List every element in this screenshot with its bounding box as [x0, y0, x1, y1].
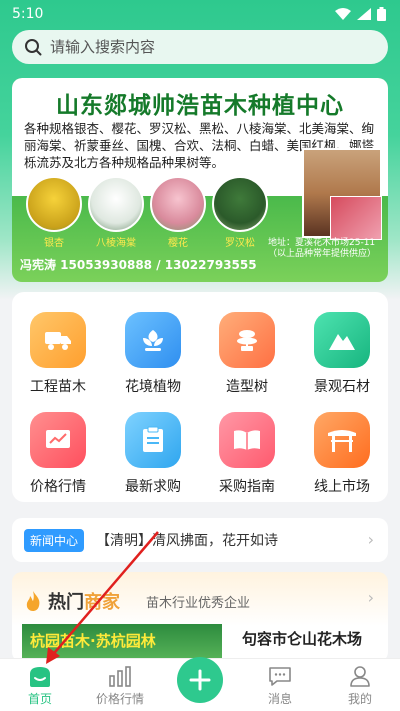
- category-label: 价格行情: [30, 479, 86, 495]
- category-landscape-stone[interactable]: 景观石材: [297, 298, 387, 395]
- cherry-image: [150, 176, 206, 232]
- flower-icon: [125, 312, 181, 368]
- tab-publish[interactable]: [160, 657, 240, 711]
- maple-photo: [330, 196, 382, 240]
- bar-chart-icon: [109, 666, 131, 687]
- banner-phone: 冯宪涛 15053930888 / 13022793555: [20, 258, 257, 272]
- tab-home[interactable]: 首页: [0, 659, 80, 711]
- category-flower-plants[interactable]: 花境植物: [108, 298, 198, 395]
- news-ticker[interactable]: 新闻中心 【清明】清风拂面，花开如诗 ›: [12, 518, 388, 562]
- search-bar[interactable]: [12, 30, 388, 64]
- chart-icon: [30, 412, 86, 468]
- mountain-icon: [314, 312, 370, 368]
- tab-label: 首页: [27, 692, 52, 706]
- crabapple-image: [88, 176, 144, 232]
- tab-label: 消息: [267, 692, 292, 706]
- category-procurement-guide[interactable]: 采购指南: [202, 398, 292, 495]
- category-label: 工程苗木: [30, 379, 86, 395]
- category-topiary[interactable]: 造型树: [202, 298, 292, 395]
- banner-address: 地址：夏溪花木市场25-11（以上品种常年提供供应）: [268, 238, 377, 259]
- bonsai-icon: [219, 312, 275, 368]
- banner-title: 山东郯城帅浩苗木种植中心: [56, 93, 344, 119]
- hot-merchants-section: 热门商家 苗木行业优秀企业 › 杭园苗木·苏杭园林 句容市仑山花木场: [12, 572, 388, 662]
- bottom-tab-bar: 首页 价格行情 消息 我的: [0, 657, 400, 711]
- status-time: 5:10: [12, 6, 44, 22]
- merchant-image-text: 杭园苗木·苏杭园林: [30, 632, 156, 650]
- category-label: 造型树: [226, 379, 268, 395]
- tab-label: 价格行情: [95, 692, 144, 706]
- promo-banner[interactable]: 山东郯城帅浩苗木种植中心 各种规格银杏、樱花、罗汉松、黑松、八棱海棠、北美海棠、…: [12, 78, 388, 282]
- hot-title: 热门商家: [48, 588, 120, 614]
- message-icon: [269, 667, 291, 686]
- search-icon: [25, 39, 42, 56]
- chevron-right-icon[interactable]: ›: [368, 588, 374, 607]
- signal-icon: [357, 8, 371, 20]
- merchant-name[interactable]: 句容市仑山花木场: [242, 628, 362, 649]
- category-label: 采购指南: [219, 479, 275, 495]
- tab-messages[interactable]: 消息: [240, 659, 320, 711]
- category-label: 花境植物: [125, 379, 181, 395]
- gate-icon: [314, 412, 370, 468]
- battery-icon: [377, 7, 386, 21]
- tab-label: 我的: [347, 692, 372, 706]
- category-label: 最新求购: [125, 479, 181, 495]
- news-badge: 新闻中心: [24, 528, 85, 552]
- fire-icon: [26, 591, 40, 611]
- tree-label: 罗汉松: [225, 238, 255, 249]
- tab-profile[interactable]: 我的: [320, 659, 400, 711]
- book-icon: [219, 412, 275, 468]
- ginkgo-image: [26, 176, 82, 232]
- tree-label: 樱花: [168, 238, 188, 249]
- plus-icon: [189, 669, 211, 691]
- podocarpus-image: [212, 176, 268, 232]
- person-icon: [350, 666, 370, 687]
- tree-label: 银杏: [44, 238, 64, 249]
- hot-subtitle: 苗木行业优秀企业: [146, 596, 251, 611]
- tab-price-trends[interactable]: 价格行情: [80, 659, 160, 711]
- clipboard-icon: [125, 412, 181, 468]
- hot-title-accent: 商家: [84, 592, 120, 613]
- category-label: 景观石材: [314, 379, 370, 395]
- search-input[interactable]: [50, 38, 350, 56]
- add-button[interactable]: [177, 657, 223, 703]
- category-label: 线上市场: [314, 479, 370, 495]
- wifi-icon: [335, 8, 351, 20]
- category-price-trends[interactable]: 价格行情: [13, 398, 103, 495]
- truck-icon: [30, 312, 86, 368]
- category-latest-purchase[interactable]: 最新求购: [108, 398, 198, 495]
- news-headline[interactable]: 【清明】清风拂面，花开如诗: [96, 530, 278, 550]
- tree-label: 八棱海棠: [96, 238, 136, 249]
- hot-title-text: 热门: [48, 592, 84, 613]
- category-grid: 工程苗木 花境植物 造型树 景观石材 价格行情 最新求购 采购指南 线上市场: [12, 292, 388, 502]
- home-icon: [30, 667, 50, 687]
- chevron-right-icon: ›: [367, 530, 374, 549]
- status-bar: 5:10: [0, 0, 400, 28]
- category-engineering-seedlings[interactable]: 工程苗木: [13, 298, 103, 395]
- category-online-market[interactable]: 线上市场: [297, 398, 387, 495]
